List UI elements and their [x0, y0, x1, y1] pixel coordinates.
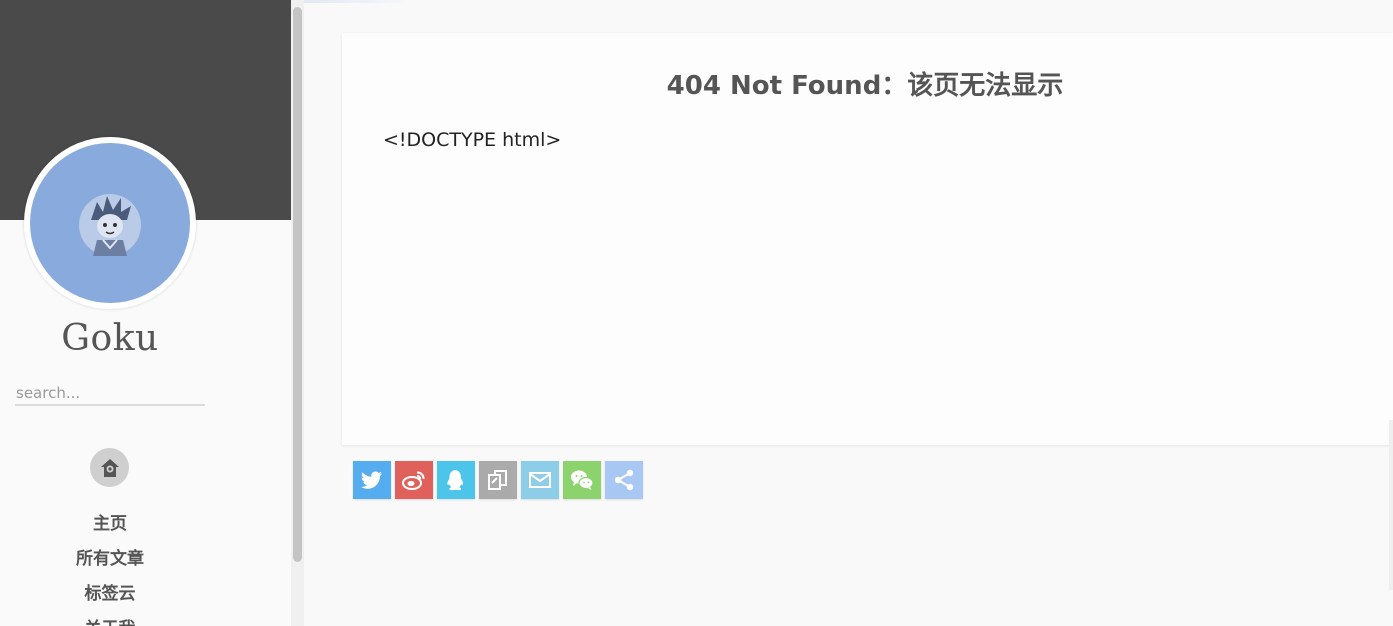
top-progress-indicator — [304, 0, 404, 3]
sidebar-scrollbar[interactable] — [291, 0, 304, 626]
wechat-icon — [571, 470, 594, 490]
nav-item-all-posts[interactable]: 所有文章 — [0, 547, 220, 582]
home-button[interactable] — [90, 448, 129, 487]
twitter-icon — [361, 471, 382, 489]
share-weibo-button[interactable] — [395, 461, 433, 499]
share-wechat-button[interactable] — [563, 461, 601, 499]
avatar[interactable] — [30, 143, 190, 303]
share-email-button[interactable] — [521, 461, 559, 499]
share-more-button[interactable] — [605, 461, 643, 499]
scrollbar-thumb[interactable] — [293, 7, 302, 562]
email-icon — [529, 472, 551, 488]
search-input[interactable] — [15, 382, 205, 404]
avatar-frame — [24, 137, 196, 309]
goku-avatar-icon — [79, 194, 141, 256]
share-bar — [353, 461, 643, 499]
nav-item-tag-cloud[interactable]: 标签云 — [0, 582, 220, 617]
nav-item-about[interactable]: 关于我 — [0, 617, 220, 626]
nav-item-home[interactable]: 主页 — [0, 512, 220, 547]
qq-icon — [447, 470, 464, 491]
search-box — [15, 382, 205, 406]
share-qq-button[interactable] — [437, 461, 475, 499]
page-edge-divider — [1389, 420, 1393, 590]
share-twitter-button[interactable] — [353, 461, 391, 499]
weibo-icon — [402, 471, 425, 490]
share-copy-link-button[interactable] — [479, 461, 517, 499]
page-body-text: <!DOCTYPE html> — [383, 129, 562, 151]
sidebar: Goku 主页 所有文章 标签云 关于我 — [0, 0, 291, 626]
site-name[interactable]: Goku — [0, 318, 220, 359]
page-title: 404 Not Found：该页无法显示 — [666, 71, 1064, 101]
share-icon — [614, 469, 634, 491]
copy-icon — [488, 470, 507, 490]
home-icon — [100, 458, 119, 477]
sidebar-nav: 主页 所有文章 标签云 关于我 — [0, 512, 220, 626]
content-card: 404 Not Found：该页无法显示 <!DOCTYPE html> — [342, 33, 1393, 445]
